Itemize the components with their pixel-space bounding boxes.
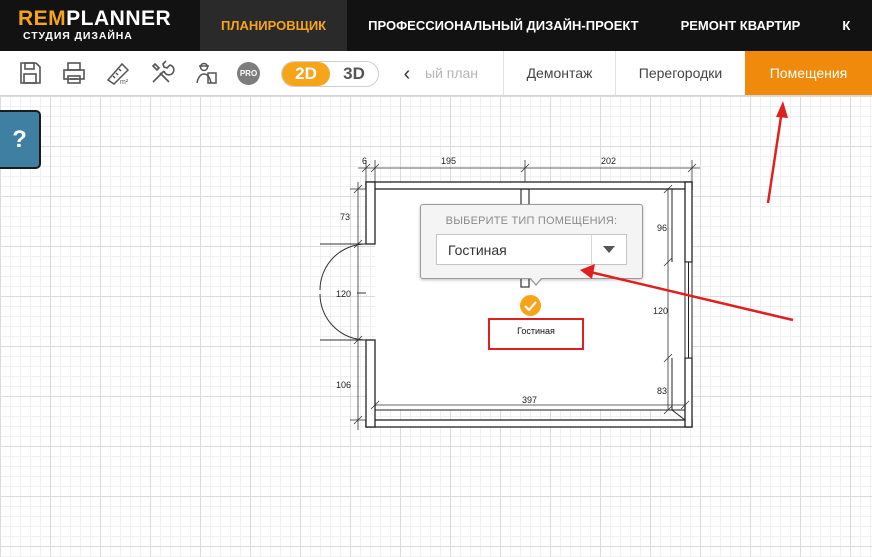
nav-planner[interactable]: ПЛАНИРОВЩИК xyxy=(200,0,348,51)
top-navigation-bar: REMPLANNER СТУДИЯ ДИЗАЙНА ПЛАНИРОВЩИК ПР… xyxy=(0,0,872,51)
logo-planner: PLANNER xyxy=(66,7,172,30)
mode-2d-button[interactable]: 2D xyxy=(282,62,330,86)
tools-icon[interactable] xyxy=(149,59,175,87)
nav-more[interactable]: К xyxy=(821,0,850,51)
help-button[interactable]: ? xyxy=(0,110,41,169)
nav-design-project[interactable]: ПРОФЕССИОНАЛЬНЫЙ ДИЗАЙН-ПРОЕКТ xyxy=(347,0,659,51)
room-type-popup: ВЫБЕРИТЕ ТИП ПОМЕЩЕНИЯ: Гостиная xyxy=(420,204,643,286)
pro-badge[interactable]: PRO xyxy=(237,62,260,85)
remplanner-logo[interactable]: REMPLANNER СТУДИЯ ДИЗАЙНА xyxy=(0,0,200,51)
logo-subtitle: СТУДИЯ ДИЗАЙНА xyxy=(23,30,133,42)
tab-floor-plan[interactable]: ый план xyxy=(425,51,503,95)
room-type-select[interactable]: Гостиная xyxy=(436,234,627,265)
room-name-label[interactable]: Гостиная xyxy=(488,318,584,350)
area-ruler-icon[interactable]: m² xyxy=(105,59,131,87)
tab-rooms[interactable]: Помещения xyxy=(745,51,872,95)
dropdown-toggle-button[interactable] xyxy=(591,235,626,264)
tab-partitions[interactable]: Перегородки xyxy=(615,51,745,95)
popup-title: ВЫБЕРИТЕ ТИП ПОМЕЩЕНИЯ: xyxy=(445,215,618,227)
svg-text:m²: m² xyxy=(120,79,129,86)
worker-icon[interactable] xyxy=(193,59,219,87)
plan-canvas[interactable] xyxy=(0,96,872,557)
tab-demolition[interactable]: Демонтаж xyxy=(503,51,615,95)
logo-rem: REM xyxy=(18,7,67,30)
chevron-left-icon[interactable]: ‹ xyxy=(400,61,414,87)
view-mode-toggle[interactable]: 2D 3D xyxy=(281,61,379,87)
print-icon[interactable] xyxy=(61,59,87,87)
confirm-check-icon[interactable] xyxy=(520,295,541,316)
save-icon[interactable] xyxy=(17,59,43,87)
toolbar: m² PRO 2D 3D ‹ ый план Демонтаж Перегоро… xyxy=(0,51,872,96)
room-type-selected-value: Гостиная xyxy=(448,241,507,258)
nav-apartment-renovation[interactable]: РЕМОНТ КВАРТИР xyxy=(660,0,822,51)
caret-down-icon xyxy=(603,245,615,253)
mode-3d-button[interactable]: 3D xyxy=(330,62,378,86)
